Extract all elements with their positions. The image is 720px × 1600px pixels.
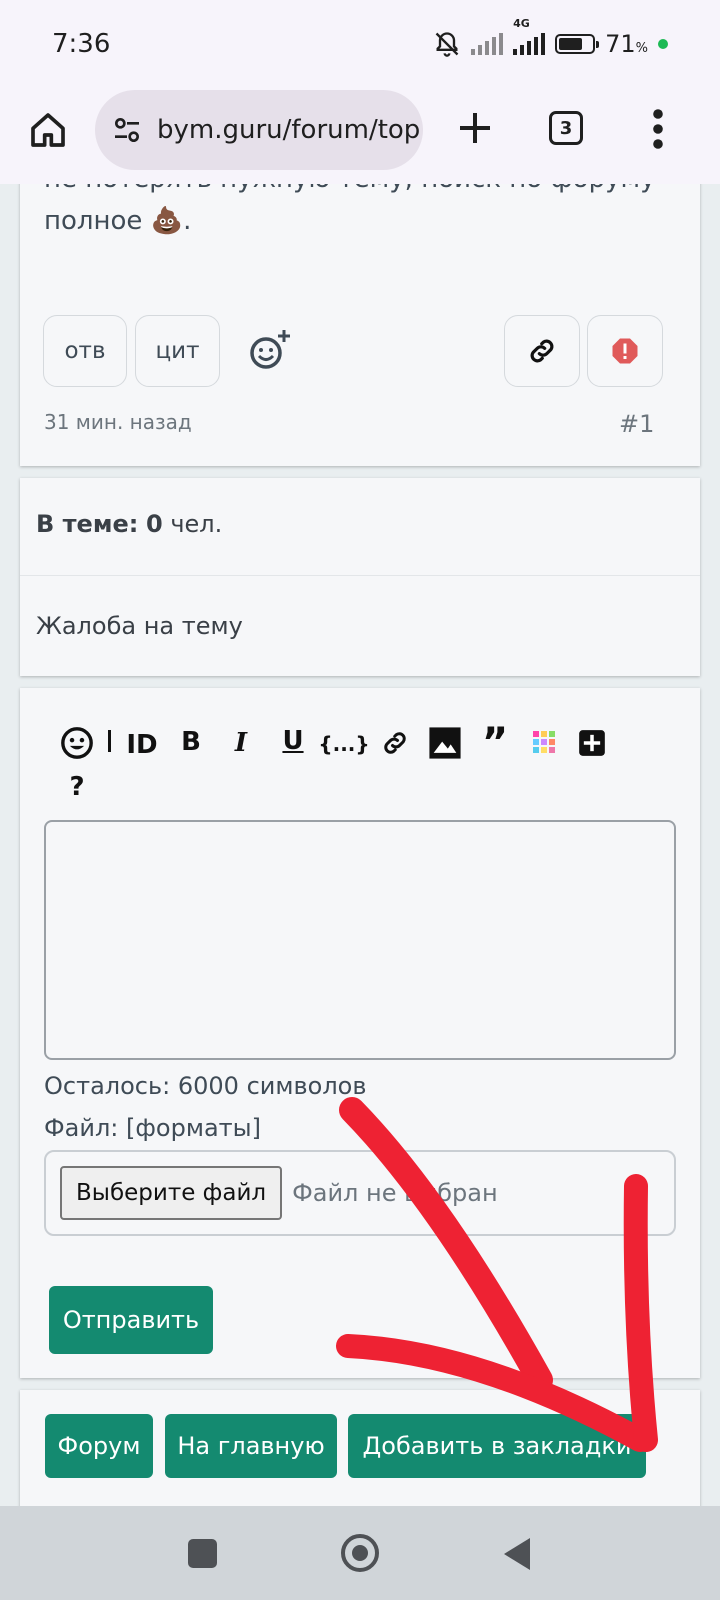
- message-textarea[interactable]: [44, 820, 676, 1060]
- permalink-button[interactable]: [504, 315, 580, 387]
- privacy-dot-icon: [658, 39, 668, 49]
- site-settings-icon[interactable]: [111, 114, 143, 146]
- reply-form-card: ID B I U {...} ” ? Осталось: 6000 символ…: [20, 688, 700, 1378]
- quote-button[interactable]: цит: [135, 315, 220, 387]
- send-button[interactable]: Отправить: [49, 1286, 213, 1354]
- battery-level: 71%: [605, 30, 648, 58]
- recents-icon[interactable]: [188, 1539, 217, 1568]
- forum-button[interactable]: Форум: [45, 1414, 153, 1478]
- insert-image-icon[interactable]: [428, 726, 462, 760]
- status-icons: 4G 71%: [433, 17, 668, 58]
- network-label: 4G: [513, 17, 530, 30]
- add-more-icon[interactable]: [578, 729, 606, 757]
- home-icon[interactable]: [28, 110, 68, 150]
- signal-icon: [471, 33, 504, 55]
- system-nav-bar: [0, 1506, 720, 1600]
- insert-link-icon[interactable]: [380, 728, 410, 758]
- topic-info-card: В теме: 0 чел. Жалоба на тему: [20, 478, 700, 676]
- file-input[interactable]: Выберите файл Файл не выбран: [44, 1150, 676, 1236]
- bold-button[interactable]: B: [174, 725, 208, 759]
- post-time: 31 мин. назад: [44, 410, 192, 434]
- address-bar[interactable]: bym.guru/forum/top: [95, 90, 423, 170]
- browser-toolbar: bym.guru/forum/top 3: [0, 88, 720, 184]
- toolbar-separator: [108, 730, 111, 752]
- post-card: не потерять нужную тему, поиск по форуму…: [20, 184, 700, 466]
- home-nav-icon[interactable]: [341, 1534, 379, 1572]
- url-text[interactable]: bym.guru/forum/top: [157, 115, 420, 145]
- add-bookmark-button[interactable]: Добавить в закладки: [348, 1414, 646, 1478]
- file-label: Файл:: [44, 1114, 119, 1142]
- post-text-line: полное 💩.: [44, 206, 192, 236]
- post-number[interactable]: #1: [619, 410, 654, 438]
- more-menu-icon[interactable]: [652, 108, 664, 150]
- alert-octagon-icon: [612, 338, 638, 364]
- new-tab-icon[interactable]: [455, 108, 495, 148]
- page-content: не потерять нужную тему, поиск по форуму…: [0, 184, 720, 1506]
- reply-button[interactable]: отв: [43, 315, 127, 387]
- id-tag-button[interactable]: ID: [122, 728, 162, 762]
- choose-file-button[interactable]: Выберите файл: [60, 1166, 283, 1220]
- footer-nav-card: Форум На главную Добавить в закладки: [20, 1390, 700, 1506]
- help-button[interactable]: ?: [60, 770, 94, 804]
- color-palette-icon[interactable]: [532, 730, 556, 754]
- post-body: не потерять нужную тему, поиск по форуму…: [44, 184, 664, 242]
- formats-link[interactable]: [форматы]: [126, 1114, 261, 1142]
- quote-format-button[interactable]: ”: [478, 720, 512, 766]
- status-time: 7:36: [52, 29, 111, 59]
- add-reaction-icon[interactable]: [246, 327, 292, 373]
- bell-off-icon: [435, 32, 459, 57]
- home-page-button[interactable]: На главную: [165, 1414, 337, 1478]
- report-topic-link[interactable]: Жалоба на тему: [36, 612, 243, 640]
- status-bar: 7:36 4G 71%: [0, 0, 720, 88]
- link-icon: [530, 339, 554, 363]
- report-button[interactable]: [587, 315, 663, 387]
- battery-icon: [555, 34, 600, 54]
- code-button[interactable]: {...}: [318, 727, 369, 761]
- smiley-icon[interactable]: [60, 726, 94, 760]
- post-text-line: не потерять нужную тему, поиск по форуму: [44, 184, 664, 200]
- tab-switcher-button[interactable]: 3: [549, 111, 583, 145]
- no-file-text: Файл не выбран: [292, 1179, 498, 1207]
- italic-button[interactable]: I: [224, 726, 258, 760]
- users-in-topic: В теме: 0 чел.: [36, 510, 223, 538]
- underline-button[interactable]: U: [276, 724, 310, 758]
- back-icon[interactable]: [504, 1538, 530, 1570]
- file-label-row: Файл: [форматы]: [44, 1114, 261, 1142]
- remaining-chars: Осталось: 6000 символов: [44, 1072, 367, 1100]
- divider: [20, 575, 700, 576]
- signal-4g-icon: 4G: [513, 17, 546, 55]
